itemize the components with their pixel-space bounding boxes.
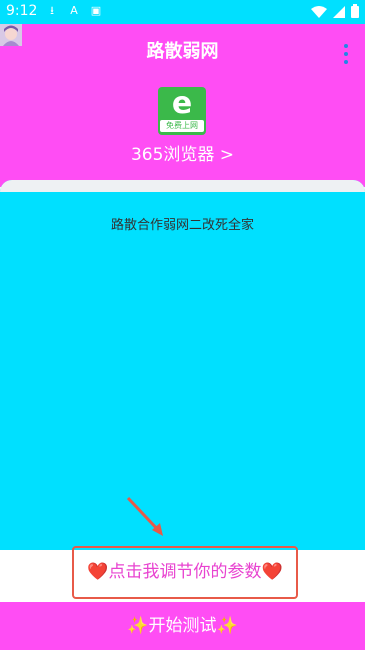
page-title: 路散弱网 (146, 41, 219, 62)
content-card: 路散合作弱网二改死全家 (0, 180, 365, 550)
status-time: 9:12 (6, 3, 38, 19)
wifi-icon (311, 3, 327, 22)
signal-icon (333, 3, 345, 22)
adjust-params-button[interactable]: ❤️点击我调节你的参数❤️ (72, 546, 298, 599)
browser-logo-icon[interactable]: e 免费上网 (158, 87, 206, 135)
logo-badge: 免费上网 (160, 120, 204, 132)
adjust-params-label: ❤️点击我调节你的参数❤️ (87, 562, 283, 582)
start-test-label: ✨开始测试✨ (127, 616, 238, 636)
status-bar: 9:12 ⭳ A ▣ (0, 0, 365, 24)
header-section: e 免费上网 365浏览器 > (0, 80, 365, 187)
more-vert-icon[interactable] (343, 44, 349, 64)
download-icon: ⭳ (50, 4, 54, 17)
notification-icon: ▣ (90, 4, 102, 17)
browser-link[interactable]: 365浏览器 > (0, 140, 365, 165)
battery-icon (351, 3, 359, 22)
card-text: 路散合作弱网二改死全家 (110, 218, 254, 233)
font-app-icon: A (70, 4, 78, 17)
status-right (311, 3, 359, 22)
logo-letter: e (171, 86, 193, 121)
app-bar: 路散弱网 (0, 24, 365, 80)
start-test-button[interactable]: ✨开始测试✨ (0, 602, 365, 650)
